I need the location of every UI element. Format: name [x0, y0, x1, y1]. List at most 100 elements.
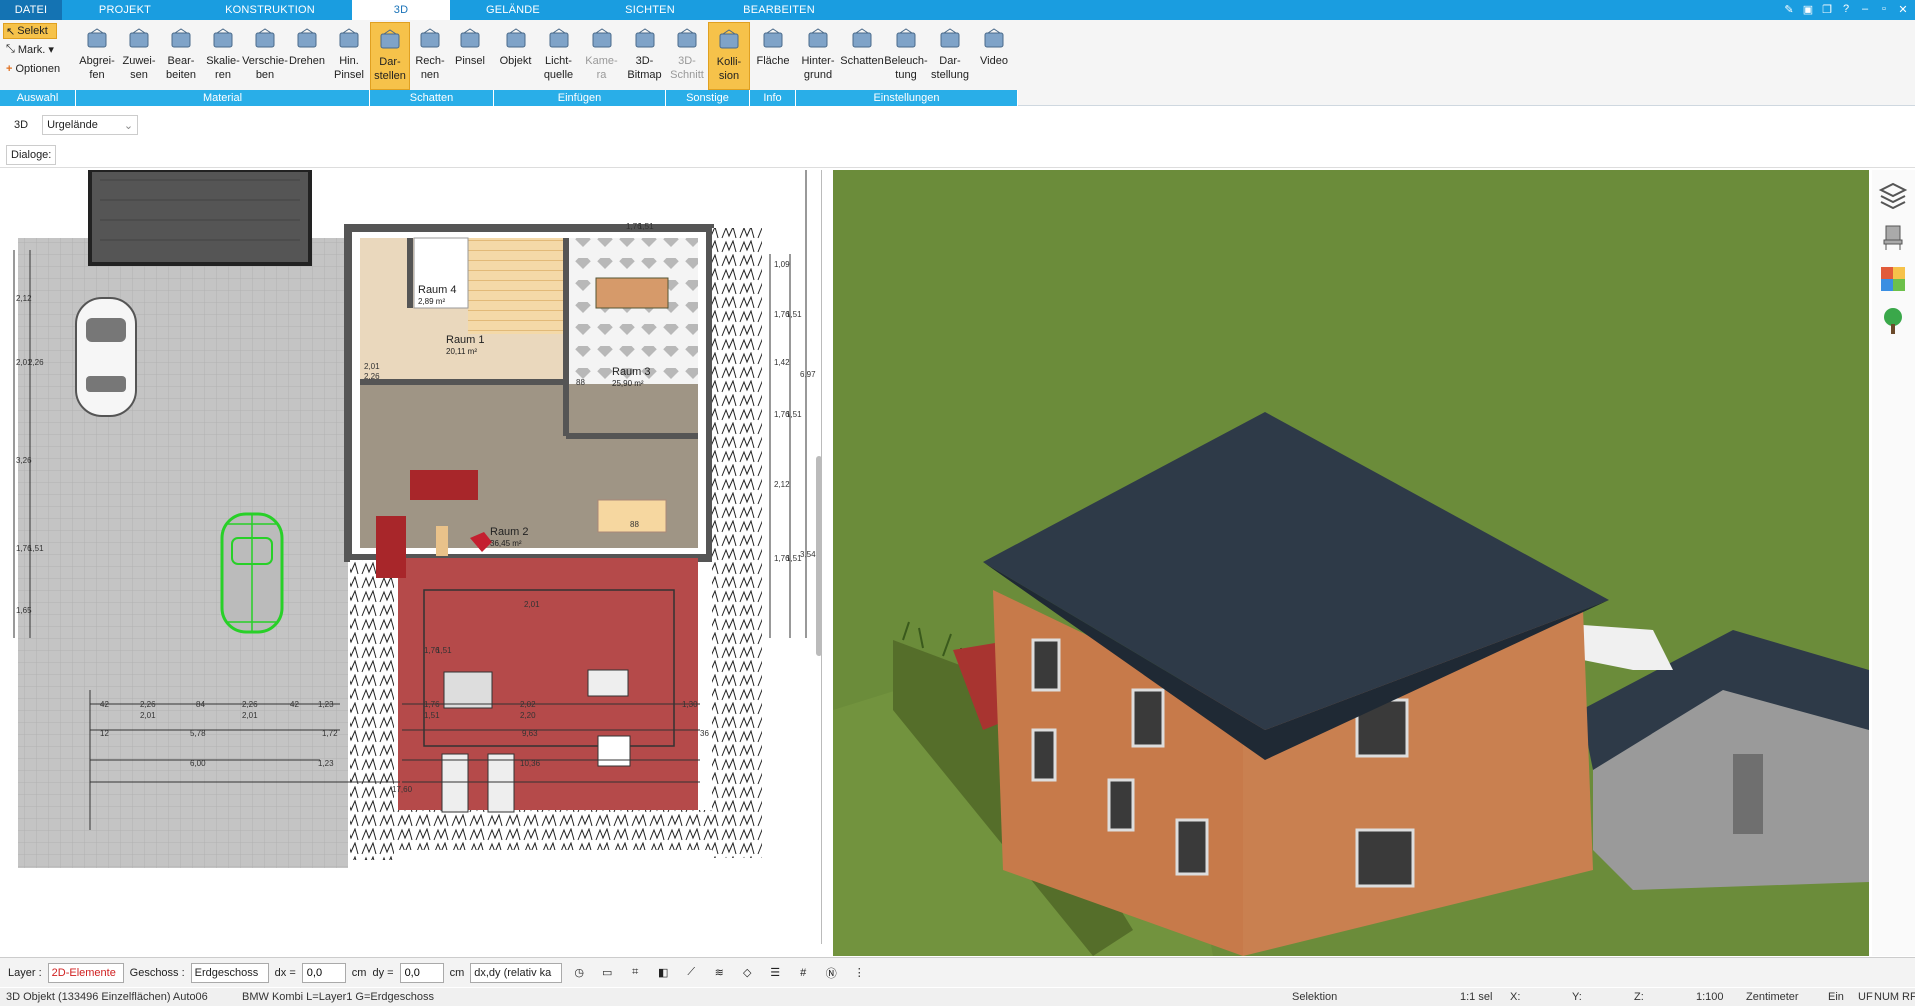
info-button-0[interactable]: Fläche: [750, 22, 796, 90]
einfuegen-button-0[interactable]: Objekt: [494, 22, 537, 90]
texture-icon[interactable]: [1876, 262, 1910, 296]
einfuegen-button-label: 3D-: [635, 55, 654, 67]
material-button-0[interactable]: Abgrei-fen: [76, 22, 118, 90]
dim-label: 2,12: [774, 480, 790, 489]
layers-icon[interactable]: [1876, 178, 1910, 212]
dx-input[interactable]: [301, 962, 346, 983]
line-icon[interactable]: ⟋: [680, 962, 702, 984]
snap-icon[interactable]: ⌗: [624, 962, 646, 984]
schatten-button-0[interactable]: Dar-stellen: [370, 22, 410, 90]
dim-label: 1,51: [28, 544, 44, 553]
einstellungen-tool-icon: [935, 24, 965, 54]
more-icon[interactable]: ⋮: [848, 962, 870, 984]
north-icon[interactable]: Ⓝ: [820, 962, 842, 984]
floor-plan-svg: [13, 170, 807, 868]
clock-icon[interactable]: ◷: [568, 962, 590, 984]
tab-gelaende[interactable]: GELÄNDE: [450, 0, 576, 20]
tree-icon[interactable]: [1876, 304, 1910, 338]
einfuegen-button-2[interactable]: Kame-ra: [580, 22, 623, 90]
schatten-button-2[interactable]: Pinsel: [450, 22, 490, 90]
sonstige-button-0[interactable]: 3D- Schnitt: [666, 22, 708, 90]
stairs: [468, 238, 564, 334]
dx-unit: cm: [351, 966, 367, 979]
status-sel: 1:1 sel: [1460, 991, 1493, 1003]
einfuegen-button-1[interactable]: Licht-quelle: [537, 22, 580, 90]
einstellungen-button-1[interactable]: Schatten: [840, 22, 884, 90]
einstellungen-button-4[interactable]: Video: [972, 22, 1016, 90]
plane-icon[interactable]: ◇: [736, 962, 758, 984]
restore-icon[interactable]: ▫: [1876, 1, 1892, 17]
tab-konstruktion[interactable]: KONSTRUKTION: [188, 0, 352, 20]
material-button-label: Bear-: [167, 55, 195, 67]
material-button-2[interactable]: Bear-beiten: [160, 22, 202, 90]
coordinate-mode-select[interactable]: dx,dy (relativ ka: [470, 962, 563, 983]
tab-datei[interactable]: DATEI: [0, 0, 62, 20]
wall-icon[interactable]: ≋: [708, 962, 730, 984]
group-label-einstellungen: Einstellungen: [796, 90, 1018, 106]
tab-projekt[interactable]: PROJEKT: [62, 0, 188, 20]
ribbon-group-material: Abgrei-fen Zuwei-sen Bear-beiten Skalie-ren…: [76, 20, 370, 106]
floor-plan-view[interactable]: Raum 4 2,89 m² Raum 1 20,11 m² Raum 3 25…: [0, 170, 822, 944]
material-button-label: fen: [89, 69, 105, 81]
mark-button[interactable]: ⤡ Mark. ▾: [6, 43, 54, 56]
layer-icon[interactable]: ☰: [764, 962, 786, 984]
folder-icon[interactable]: ▣: [1800, 1, 1816, 17]
ribbon: ↖ Selekt ⤡ Mark. ▾ + Optionen Auswahl Abgrei…: [0, 20, 1915, 106]
view-mode-label: 3D: [14, 119, 29, 131]
material-button-label: sen: [130, 69, 148, 81]
chevron-down-icon: ⌄: [123, 119, 134, 132]
tab-3d[interactable]: 3D: [352, 0, 450, 20]
einstellungen-button-2[interactable]: Beleuch-tung: [884, 22, 928, 90]
white-car: [75, 297, 137, 417]
3d-view[interactable]: [833, 170, 1869, 956]
ribbon-group-einstellungen: Hinter-grund Schatten Beleuch-tung Dar-stel…: [796, 20, 1018, 106]
status-y: Y:: [1572, 991, 1582, 1003]
windows-icon[interactable]: ❐: [1819, 1, 1835, 17]
plan-vertical-scrollbar[interactable]: [816, 456, 821, 656]
material-button-3[interactable]: Skalie-ren: [202, 22, 244, 90]
minimize-icon[interactable]: –: [1857, 1, 1873, 17]
material-button-6[interactable]: Hin. Pinsel: [328, 22, 370, 90]
optionen-button[interactable]: + Optionen: [6, 63, 60, 75]
einstellungen-button-label: tung: [895, 69, 917, 81]
schatten-button-1[interactable]: Rech-nen: [410, 22, 450, 90]
dim-label: 3,54: [800, 550, 816, 559]
driveway: [18, 238, 348, 868]
material-tool-icon: [334, 24, 364, 54]
tools-icon[interactable]: ✎: [1781, 1, 1797, 17]
material-button-1[interactable]: Zuwei-sen: [118, 22, 160, 90]
dim-label: 1,51: [786, 310, 802, 319]
dim-label: 2,26: [242, 700, 258, 709]
material-button-5[interactable]: Drehen: [286, 22, 328, 90]
tab-bearbeiten[interactable]: BEARBEITEN: [724, 0, 834, 20]
monitor-icon[interactable]: ▭: [596, 962, 618, 984]
object-icon[interactable]: ◧: [652, 962, 674, 984]
einstellungen-button-3[interactable]: Dar-stellung: [928, 22, 972, 90]
geschoss-select[interactable]: Erdgeschoss: [190, 962, 269, 983]
selekt-button[interactable]: ↖ Selekt: [3, 23, 57, 39]
material-button-label: beiten: [166, 69, 196, 81]
group-label-schatten: Schatten: [370, 90, 494, 106]
material-button-4[interactable]: Verschie-ben: [242, 22, 288, 90]
material-button-label: Zuwei-: [122, 55, 156, 67]
grid-icon[interactable]: #: [792, 962, 814, 984]
status-object: 3D Objekt (133496 Einzelflächen) Auto06: [6, 991, 208, 1003]
ribbon-group-einfuegen: Objekt Licht-quelle Kame-ra 3D- Bitmap Einfü…: [494, 20, 666, 106]
dim-label: 17,60: [392, 785, 413, 794]
tab-sichten[interactable]: SICHTEN: [576, 0, 724, 20]
einstellungen-button-label: grund: [803, 69, 833, 81]
einstellungen-button-label: Video: [980, 55, 1008, 67]
help-icon[interactable]: ?: [1838, 1, 1854, 17]
sonstige-buttons: 3D- Schnitt Kolli-sion: [666, 22, 750, 90]
close-icon[interactable]: ✕: [1895, 1, 1911, 17]
sonstige-button-1[interactable]: Kolli-sion: [708, 22, 750, 90]
einstellungen-buttons: Hinter-grund Schatten Beleuch-tung Dar-stel…: [796, 22, 1018, 90]
layer-select[interactable]: 2D-Elemente: [47, 962, 124, 983]
room-area-1: 20,11 m²: [446, 347, 477, 356]
einfuegen-button-3[interactable]: 3D- Bitmap: [623, 22, 666, 90]
dy-input[interactable]: [399, 962, 444, 983]
green-car-selected: [220, 512, 284, 634]
einstellungen-button-0[interactable]: Hinter-grund: [796, 22, 840, 90]
chair-icon[interactable]: [1876, 220, 1910, 254]
terrain-select[interactable]: Urgelände ⌄: [42, 115, 139, 135]
